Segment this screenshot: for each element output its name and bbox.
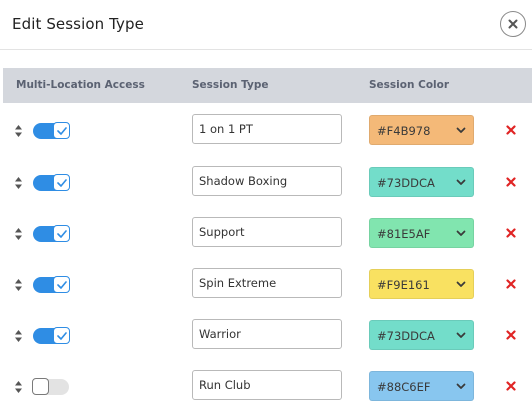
table-header: Multi-Location Access Session Type Sessi… <box>3 68 532 103</box>
multi-location-toggle[interactable] <box>33 174 70 191</box>
table-row: #73DDCA <box>0 166 532 198</box>
sort-handle-icon[interactable] <box>14 227 23 241</box>
sort-handle-icon[interactable] <box>14 380 23 394</box>
toggle-knob <box>53 174 70 191</box>
table-row: #F4B978 <box>0 114 532 146</box>
dialog-header: Edit Session Type <box>0 0 532 50</box>
dialog-title: Edit Session Type <box>12 15 144 33</box>
chevron-down-icon <box>456 332 466 338</box>
edit-session-type-dialog: Edit Session Type Multi-Location Access … <box>0 0 532 401</box>
toggle-knob <box>53 122 70 139</box>
session-color-select[interactable]: #73DDCA <box>369 320 474 350</box>
table-row: #81E5AF <box>0 217 532 249</box>
sort-handle-icon[interactable] <box>14 124 23 138</box>
delete-x-icon[interactable] <box>506 279 516 289</box>
delete-x-icon[interactable] <box>506 381 516 391</box>
multi-location-toggle[interactable] <box>33 276 70 293</box>
session-type-input[interactable] <box>192 319 342 349</box>
header-session-color: Session Color <box>369 79 450 91</box>
header-multi-location-access: Multi-Location Access <box>16 79 145 91</box>
toggle-knob <box>32 378 49 395</box>
session-type-input[interactable] <box>192 114 342 144</box>
session-color-select[interactable]: #81E5AF <box>369 218 474 248</box>
delete-x-icon[interactable] <box>506 177 516 187</box>
chevron-down-icon <box>456 127 466 133</box>
table-row: #73DDCA <box>0 319 532 351</box>
session-color-select[interactable]: #F4B978 <box>369 115 474 145</box>
checkmark-icon <box>56 229 67 238</box>
delete-x-icon[interactable] <box>506 125 516 135</box>
sort-handle-icon[interactable] <box>14 176 23 190</box>
multi-location-toggle[interactable] <box>33 225 70 242</box>
checkmark-icon <box>56 126 67 135</box>
sort-handle-icon[interactable] <box>14 329 23 343</box>
checkmark-icon <box>56 280 67 289</box>
session-color-select[interactable]: #F9E161 <box>369 269 474 299</box>
chevron-down-icon <box>456 383 466 389</box>
session-type-input[interactable] <box>192 166 342 196</box>
session-type-input[interactable] <box>192 268 342 298</box>
checkmark-icon <box>56 331 67 340</box>
multi-location-toggle[interactable] <box>33 327 70 344</box>
close-icon <box>508 19 518 29</box>
close-button[interactable] <box>500 11 526 37</box>
delete-x-icon[interactable] <box>506 330 516 340</box>
header-session-type: Session Type <box>192 79 269 91</box>
session-type-input[interactable] <box>192 370 342 400</box>
session-color-value: #88C6EF <box>377 380 431 394</box>
checkmark-icon <box>56 178 67 187</box>
delete-x-icon[interactable] <box>506 228 516 238</box>
session-color-value: #81E5AF <box>377 227 431 241</box>
session-color-select[interactable]: #73DDCA <box>369 167 474 197</box>
sort-handle-icon[interactable] <box>14 278 23 292</box>
chevron-down-icon <box>456 281 466 287</box>
toggle-knob <box>53 327 70 344</box>
session-color-value: #F9E161 <box>377 278 430 292</box>
multi-location-toggle[interactable] <box>32 378 69 395</box>
session-color-value: #F4B978 <box>377 124 431 138</box>
toggle-knob <box>53 225 70 242</box>
toggle-knob <box>53 276 70 293</box>
session-color-value: #73DDCA <box>377 176 435 190</box>
chevron-down-icon <box>456 230 466 236</box>
chevron-down-icon <box>456 179 466 185</box>
table-row: #88C6EF <box>0 370 532 402</box>
table-row: #F9E161 <box>0 268 532 300</box>
multi-location-toggle[interactable] <box>33 122 70 139</box>
session-type-input[interactable] <box>192 217 342 247</box>
session-color-value: #73DDCA <box>377 329 435 343</box>
